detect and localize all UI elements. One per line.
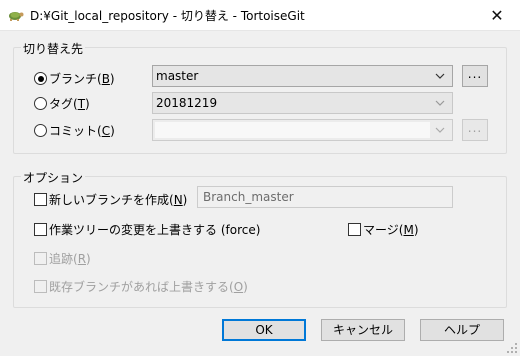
create-branch-label[interactable]: 新しいブランチを作成(N) [49,191,187,208]
chevron-down-icon [435,127,445,133]
commit-select[interactable] [152,119,453,141]
commit-browse-button[interactable]: ... [462,119,488,141]
override-existing-label[interactable]: 既存ブランチがあれば上書きする(O) [49,278,248,295]
force-checkbox[interactable] [34,223,47,236]
ok-button[interactable]: OK [222,319,306,341]
merge-checkbox[interactable] [348,223,361,236]
branch-radio[interactable] [34,72,47,85]
force-label[interactable]: 作業ツリーの変更を上書きする (force) [49,221,260,238]
track-label[interactable]: 追跡(R) [49,250,91,267]
chevron-down-icon [435,100,445,106]
track-checkbox[interactable] [34,252,47,265]
commit-radio-label[interactable]: コミット(C) [49,122,115,139]
cancel-button[interactable]: キャンセル [321,319,405,341]
tag-radio[interactable] [34,97,47,110]
tag-select[interactable]: 20181219 [152,92,453,114]
window-title: D:¥Git_local_repository - 切り替え - Tortois… [30,9,305,23]
override-existing-checkbox[interactable] [34,280,47,293]
tag-select-value: 20181219 [156,96,218,110]
commit-select-field [155,122,430,138]
switch-to-group-label: 切り替え先 [21,40,86,57]
new-branch-name-input[interactable]: Branch_master [197,186,453,208]
tag-radio-label[interactable]: タグ(T) [49,95,90,112]
help-button[interactable]: ヘルプ [420,319,504,341]
close-icon: ✕ [490,5,504,25]
tortoisegit-icon [9,12,24,21]
title-bar[interactable]: D:¥Git_local_repository - 切り替え - Tortois… [0,0,520,31]
merge-label[interactable]: マージ(M) [363,221,419,238]
create-branch-checkbox[interactable] [34,193,47,206]
branch-browse-button[interactable]: ... [462,65,488,87]
commit-radio[interactable] [34,124,47,137]
branch-radio-label[interactable]: ブランチ(B) [49,70,115,87]
chevron-down-icon [435,73,445,79]
branch-select-value: master [156,69,199,83]
options-group-label: オプション [21,169,86,186]
close-button[interactable]: ✕ [474,0,520,30]
resize-grip-icon[interactable] [506,342,518,354]
branch-select[interactable]: master [152,65,453,87]
